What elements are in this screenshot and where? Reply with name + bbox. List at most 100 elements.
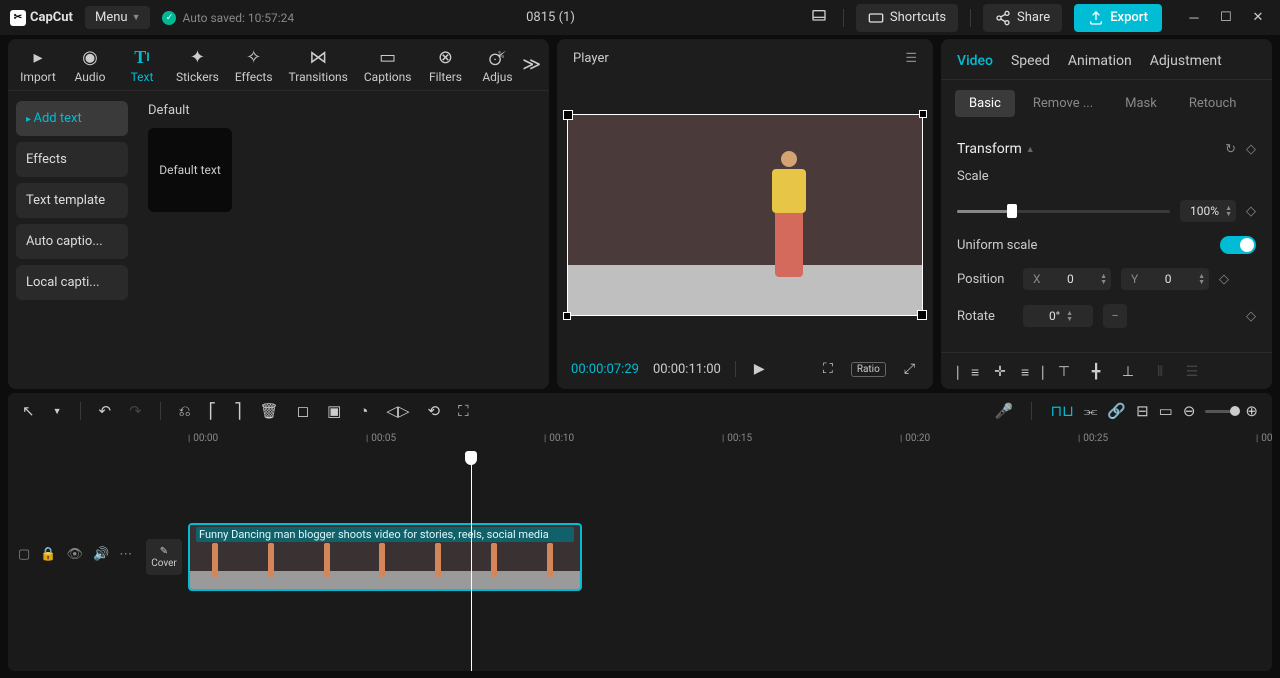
- player-viewport[interactable]: [557, 78, 933, 351]
- subtab-mask[interactable]: Mask: [1111, 90, 1171, 117]
- share-button[interactable]: Share: [983, 4, 1062, 32]
- subtab-basic[interactable]: Basic: [955, 90, 1015, 117]
- uniform-scale-toggle[interactable]: [1220, 236, 1256, 254]
- sidebar-item-local-captions[interactable]: Local capti...: [16, 265, 128, 300]
- split-icon[interactable]: ⎌: [179, 402, 191, 420]
- align-center-v-icon[interactable]: ╋: [1085, 361, 1107, 383]
- tab-filters[interactable]: ⊗Filters: [419, 39, 471, 90]
- playhead[interactable]: [471, 451, 472, 671]
- filters-icon: ⊗: [438, 47, 453, 67]
- align-bottom-icon[interactable]: ⊥: [1117, 361, 1139, 383]
- keyframe-icon[interactable]: ◇: [1246, 204, 1256, 219]
- scale-input[interactable]: 100% ▲▼: [1180, 200, 1236, 222]
- tab-adjustment[interactable]: Adjustment: [1150, 53, 1222, 69]
- video-clip[interactable]: Funny Dancing man blogger shoots video f…: [188, 523, 582, 591]
- tab-effects[interactable]: ✧Effects: [227, 39, 281, 90]
- trim-left-icon[interactable]: ⎡: [209, 402, 217, 420]
- close-button[interactable]: ✕: [1246, 6, 1270, 30]
- tab-text[interactable]: TIText: [116, 39, 168, 90]
- play-button[interactable]: ▶: [750, 359, 769, 379]
- reset-icon[interactable]: ↻: [1225, 142, 1236, 157]
- menu-button[interactable]: Menu ▼: [85, 6, 151, 29]
- flip-button[interactable]: −: [1103, 304, 1127, 328]
- zoom-in-icon[interactable]: ⊕: [1245, 402, 1258, 420]
- trim-right-icon[interactable]: ⎤: [234, 402, 242, 420]
- align-left-icon[interactable]: ⎸≡: [957, 361, 979, 383]
- sidebar-item-auto-captions[interactable]: Auto captio...: [16, 224, 128, 259]
- link-icon[interactable]: 🔗: [1107, 402, 1126, 420]
- sidebar-item-text-template[interactable]: Text template: [16, 183, 128, 218]
- sidebar-item-effects[interactable]: Effects: [16, 142, 128, 177]
- subtab-retouch[interactable]: Retouch: [1175, 90, 1251, 117]
- safe-zone-icon[interactable]: ⛶: [819, 359, 837, 379]
- rotate-icon[interactable]: ⟲: [428, 402, 441, 420]
- track-lock-icon[interactable]: 🔒: [40, 547, 56, 562]
- subtab-remove[interactable]: Remove ...: [1019, 90, 1107, 117]
- resize-handle[interactable]: [563, 312, 571, 320]
- maximize-button[interactable]: ☐: [1214, 6, 1238, 30]
- delete-icon[interactable]: 🗑: [260, 402, 279, 420]
- keyframe-icon[interactable]: ◇: [1246, 142, 1256, 157]
- mic-icon[interactable]: 🎤: [995, 402, 1014, 420]
- zoom-out-icon[interactable]: ⊖: [1183, 402, 1196, 420]
- tab-import[interactable]: ▸Import: [12, 39, 64, 90]
- pointer-tool-icon[interactable]: ↖: [22, 402, 35, 420]
- zoom-slider[interactable]: [1205, 410, 1235, 413]
- export-button[interactable]: Export: [1074, 4, 1162, 32]
- inspector-body: Transform ▲ ↻ ◇ Scale 100% ▲▼ ◇ Uniform …: [941, 127, 1272, 346]
- tab-audio[interactable]: ◉Audio: [64, 39, 116, 90]
- inspector-subtabs: Basic Remove ... Mask Retouch: [941, 80, 1272, 127]
- tab-transitions[interactable]: ⋈Transitions: [281, 39, 356, 90]
- align-top-icon[interactable]: ⊤: [1053, 361, 1075, 383]
- align-right-icon[interactable]: ≡⎹: [1021, 361, 1043, 383]
- marker-icon[interactable]: ◻: [297, 402, 309, 420]
- playhead-handle[interactable]: [465, 451, 477, 465]
- speed-icon[interactable]: ◔: [359, 402, 368, 420]
- tabs-scroll-right-icon[interactable]: ≫: [522, 54, 541, 75]
- resize-handle[interactable]: [919, 110, 927, 118]
- cover-button[interactable]: ✎ Cover: [146, 539, 182, 575]
- freeze-icon[interactable]: ▣: [327, 402, 341, 420]
- shortcuts-button[interactable]: Shortcuts: [856, 4, 958, 32]
- sidebar-item-add-text[interactable]: Add text: [16, 101, 128, 136]
- timeline-ruler[interactable]: 00:00 00:05 00:10 00:15 00:20 00:25 00:: [8, 429, 1272, 451]
- track-more-icon[interactable]: ⋯: [119, 547, 132, 562]
- default-text-card[interactable]: Default text: [148, 128, 232, 212]
- magnet-icon[interactable]: ⊓⊔: [1050, 402, 1073, 420]
- track-collapse-icon[interactable]: ▢: [18, 547, 30, 562]
- preview-icon[interactable]: ⊟: [1136, 402, 1149, 420]
- scale-slider[interactable]: [957, 210, 1170, 213]
- crop-icon[interactable]: ⛶: [458, 402, 469, 420]
- player-menu-icon[interactable]: ☰: [905, 51, 917, 66]
- tab-captions[interactable]: ▭Captions: [356, 39, 420, 90]
- link-snap-icon[interactable]: ⫘: [1084, 402, 1098, 420]
- ratio-button[interactable]: Ratio: [851, 362, 886, 377]
- keyframe-icon[interactable]: ◇: [1219, 272, 1229, 287]
- position-x-input[interactable]: X 0 ▲▼: [1023, 268, 1111, 290]
- pointer-dropdown-icon[interactable]: ▼: [53, 406, 62, 417]
- tab-speed[interactable]: Speed: [1011, 53, 1050, 69]
- track-toggle-icon[interactable]: ▭: [1159, 402, 1173, 420]
- stepper-icon[interactable]: ▲▼: [1100, 273, 1107, 285]
- tab-stickers[interactable]: ✦Stickers: [168, 39, 227, 90]
- minimize-button[interactable]: ─: [1182, 6, 1206, 30]
- fullscreen-icon[interactable]: ⤢: [900, 359, 919, 379]
- track-visibility-icon[interactable]: 👁: [66, 547, 83, 562]
- stepper-icon[interactable]: ▲▼: [1198, 273, 1205, 285]
- tab-video[interactable]: Video: [957, 53, 993, 69]
- undo-icon[interactable]: ↶: [99, 402, 112, 420]
- position-y-input[interactable]: Y 0 ▲▼: [1121, 268, 1209, 290]
- track-mute-icon[interactable]: 🔊: [93, 547, 109, 562]
- stepper-icon[interactable]: ▲▼: [1066, 310, 1073, 322]
- tab-animation[interactable]: Animation: [1068, 53, 1132, 69]
- mirror-icon[interactable]: ◁▷: [386, 402, 409, 420]
- tab-adjust[interactable]: 🜚Adjus: [471, 39, 523, 90]
- stepper-icon[interactable]: ▲▼: [1225, 205, 1232, 217]
- timeline[interactable]: 00:00 00:05 00:10 00:15 00:20 00:25 00: …: [8, 429, 1272, 671]
- align-center-h-icon[interactable]: ✛: [989, 361, 1011, 383]
- keyframe-icon[interactable]: ◇: [1246, 309, 1256, 324]
- layout-icon[interactable]: [807, 4, 831, 32]
- transitions-icon: ⋈: [309, 47, 327, 67]
- video-frame[interactable]: [567, 114, 923, 316]
- rotate-input[interactable]: 0° ▲▼: [1023, 305, 1093, 327]
